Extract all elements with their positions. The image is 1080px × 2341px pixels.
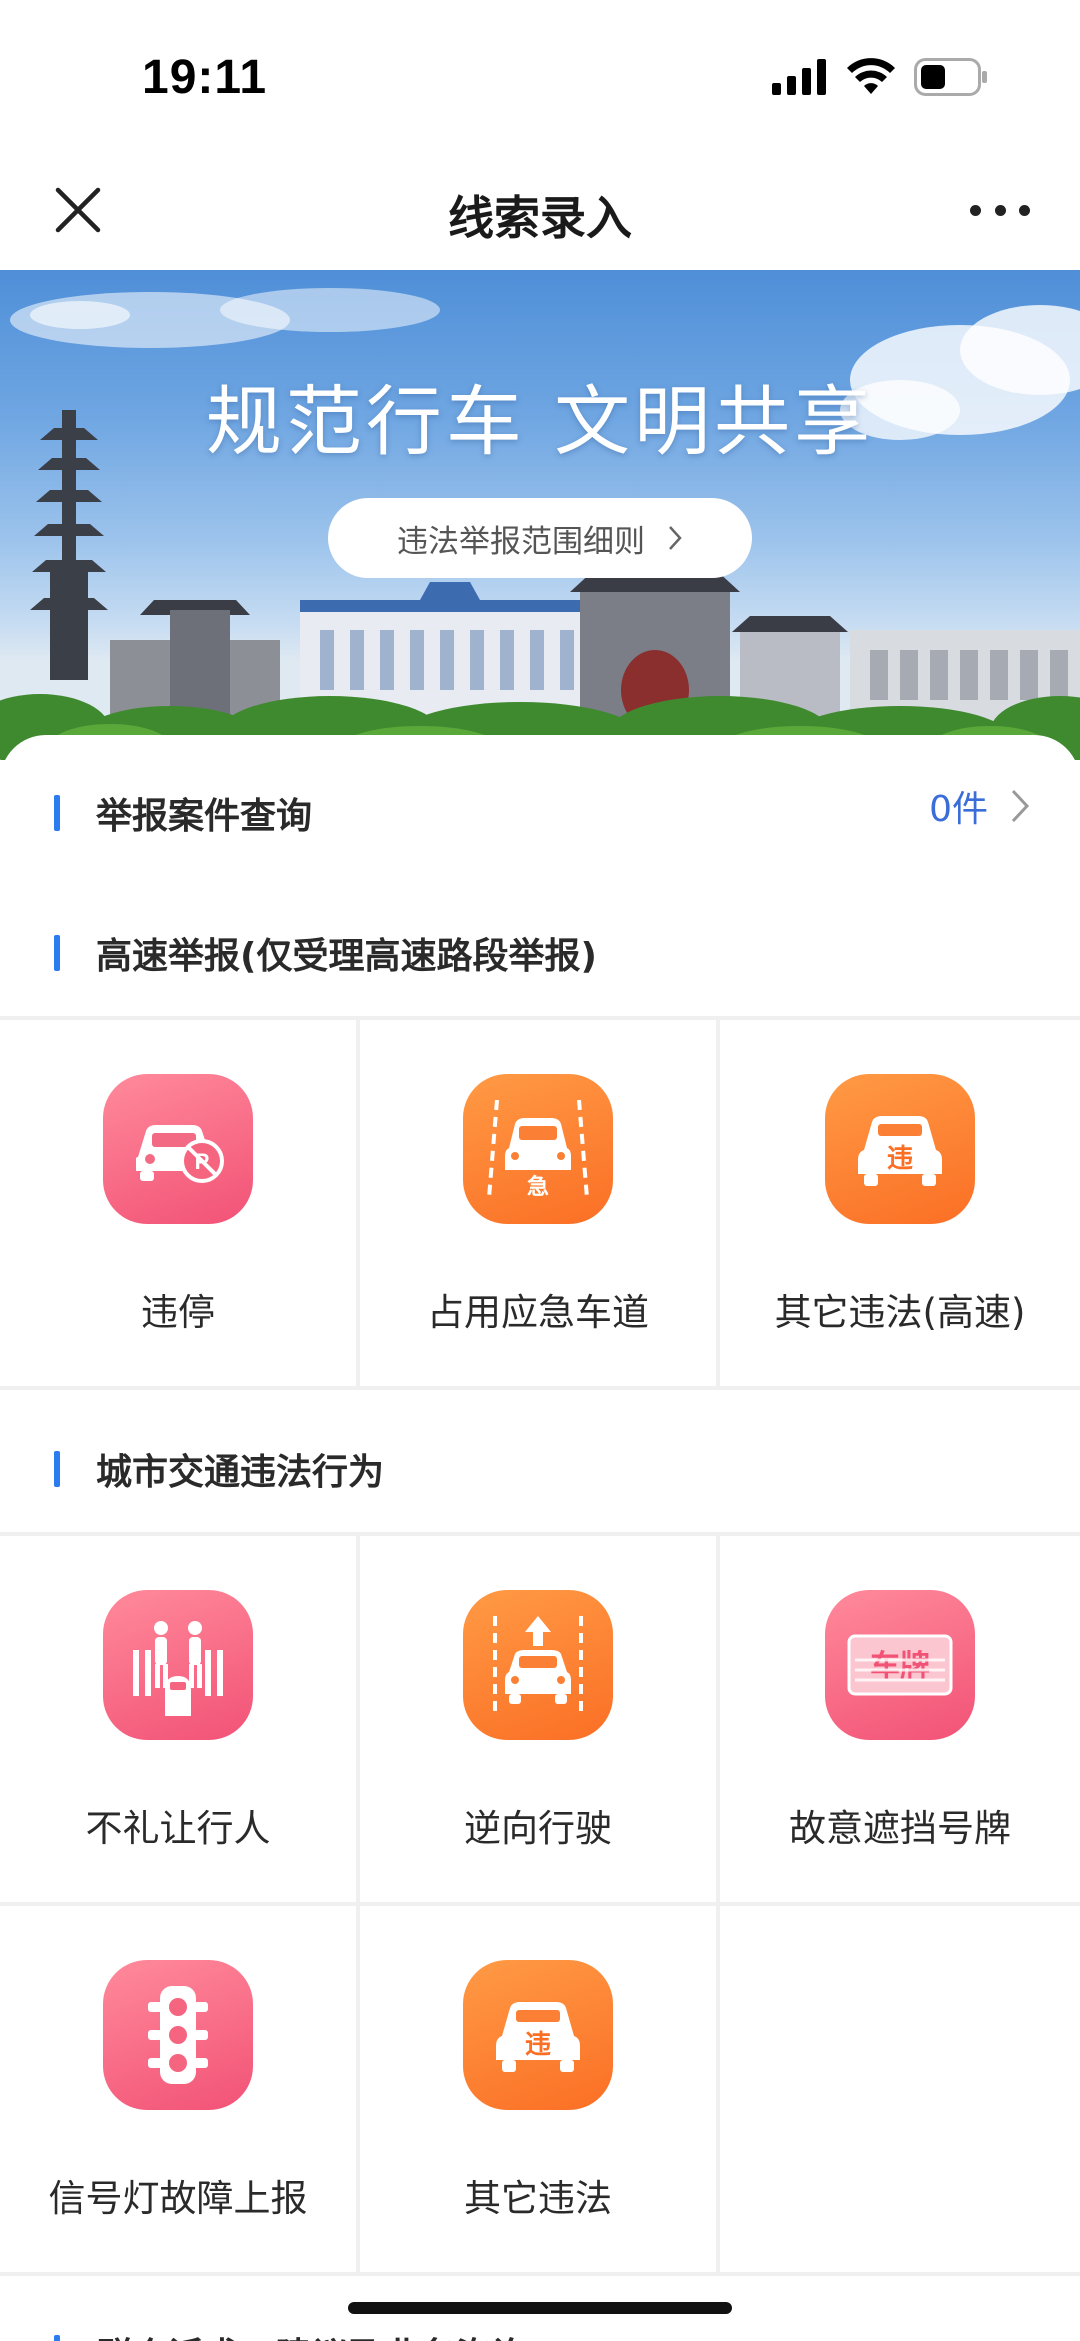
battery-icon: [914, 58, 987, 96]
tile-not-yielding-pedestrians[interactable]: 不礼让行人: [0, 1536, 356, 1902]
status-icons: [772, 58, 988, 96]
content-card: 举报案件查询 0件 高速举报(仅受理高速路段举报) 违停 急 占用应急车道 违 …: [0, 735, 1080, 2341]
tile-traffic-light-fault[interactable]: 信号灯故障上报: [0, 1906, 356, 2272]
tile-obscured-license-plate[interactable]: 车牌 故意遮挡号牌: [720, 1536, 1080, 1902]
tile-label: 逆向行驶: [464, 1807, 612, 1850]
case-query-title: 举报案件查询: [54, 787, 312, 839]
city-section-title: 城市交通违法行为: [54, 1443, 384, 1495]
license-plate-icon: 车牌: [825, 1590, 975, 1740]
tile-wrong-way-driving[interactable]: 逆向行驶: [360, 1536, 716, 1902]
next-section-title: 群众诉求、建议及业务咨询: [54, 2327, 528, 2341]
rules-link-button[interactable]: 违法举报范围细则: [328, 498, 752, 578]
tile-label: 违停: [141, 1291, 215, 1334]
svg-text:违: 违: [887, 1144, 913, 1174]
rules-link-label: 违法举报范围细则: [397, 523, 645, 560]
city-section-label: 城市交通违法行为: [96, 1452, 385, 1493]
banner: 规范行车 文明共享 违法举报范围细则: [0, 270, 1080, 760]
svg-text:急: 急: [527, 1174, 549, 1200]
pedestrian-crossing-icon: [103, 1590, 253, 1740]
svg-text:违: 违: [525, 2030, 551, 2060]
emergency-lane-car-icon: 急: [463, 1074, 613, 1224]
section-accent-bar: [54, 1451, 60, 1487]
tile-illegal-parking[interactable]: P 违停: [0, 1020, 356, 1386]
more-menu-icon[interactable]: [970, 190, 1030, 230]
tile-other-highway-violation[interactable]: 违 其它违法(高速): [720, 1020, 1080, 1386]
status-time: 19:11: [142, 51, 268, 104]
chevron-right-icon: [669, 526, 682, 550]
tile-label: 占用应急车道: [427, 1291, 649, 1334]
home-indicator[interactable]: [348, 2302, 732, 2314]
tile-label: 其它违法(高速): [774, 1291, 1026, 1334]
screen: 19:11 线索录入 规范行车 文明共享 违法举报范围细则 举报案件查询 0件 …: [0, 0, 1080, 2341]
cellular-signal-icon: [772, 59, 826, 95]
grid-divider: [0, 2272, 1080, 2276]
case-count-value: 0件: [929, 789, 988, 830]
tile-emergency-lane[interactable]: 急 占用应急车道: [360, 1020, 716, 1386]
wifi-icon: [847, 58, 895, 94]
traffic-light-icon: [103, 1960, 253, 2110]
highway-section-title: 高速举报(仅受理高速路段举报): [54, 927, 597, 979]
violation-car-icon: 违: [463, 1960, 613, 2110]
section-accent-bar: [54, 2335, 60, 2341]
tile-label: 其它违法: [464, 2177, 612, 2220]
nav-bar: 线索录入: [0, 160, 1080, 270]
case-count[interactable]: 0件: [929, 780, 1030, 832]
banner-slogan: 规范行车 文明共享: [205, 377, 875, 466]
section-accent-bar: [54, 795, 60, 831]
no-parking-car-icon: P: [103, 1074, 253, 1224]
next-section-label: 群众诉求、建议及业务咨询: [96, 2327, 528, 2341]
chevron-right-icon: [1011, 789, 1030, 823]
page-title: 线索录入: [448, 191, 632, 245]
status-bar: 19:11: [0, 0, 1080, 160]
tile-other-violation[interactable]: 违 其它违法: [360, 1906, 716, 2272]
highway-section-label: 高速举报(仅受理高速路段举报): [96, 936, 597, 977]
violation-car-icon: 违: [825, 1074, 975, 1224]
grid-divider: [0, 1386, 1080, 1390]
tile-label: 不礼让行人: [85, 1807, 271, 1850]
tile-label: 故意遮挡号牌: [789, 1807, 1011, 1850]
section-accent-bar: [54, 935, 60, 971]
wrong-way-car-icon: [463, 1590, 613, 1740]
case-query-label: 举报案件查询: [96, 796, 313, 837]
tile-label: 信号灯故障上报: [48, 2177, 308, 2220]
